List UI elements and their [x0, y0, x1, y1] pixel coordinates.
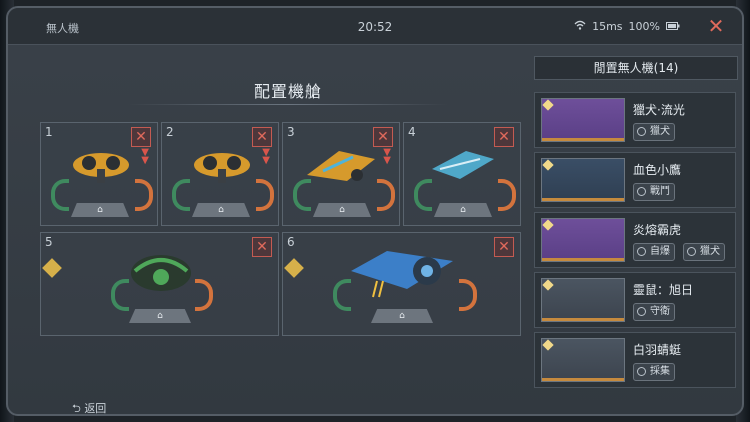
explode-icon	[637, 247, 646, 256]
remove-drone-button[interactable]: ✕	[494, 127, 514, 147]
combat-icon	[637, 187, 646, 196]
level-bar	[542, 138, 624, 141]
left-arc	[293, 179, 311, 211]
title-divider	[128, 104, 448, 105]
role-tag: 獵犬	[633, 123, 675, 141]
launch-pad: ⌂	[129, 309, 191, 323]
battery-icon	[666, 20, 680, 33]
drone-name: 獵犬·流光	[633, 103, 685, 117]
slot-number: 1	[45, 125, 53, 139]
role-tag: 戰鬥	[633, 183, 675, 201]
top-bar: 無人機 20:52 15ms 100% ✕	[8, 8, 742, 45]
drone-thumbnail	[541, 278, 625, 322]
back-arrow-icon: ⮌	[72, 402, 85, 415]
rank-badge-icon	[284, 258, 304, 278]
gem-icon	[542, 159, 554, 171]
role-tag: 自爆	[633, 243, 675, 261]
battery-text: 100%	[628, 20, 660, 33]
drone-thumbnail	[541, 218, 625, 262]
right-arc	[377, 179, 395, 211]
drone-image	[351, 251, 453, 298]
idle-drone-card[interactable]: 白羽蜻蜓 採集	[534, 332, 736, 388]
gem-icon	[542, 339, 554, 351]
rank-chevrons-icon: ▼ ▼	[262, 147, 270, 166]
drone-image	[131, 255, 191, 291]
gem-icon	[542, 279, 554, 291]
left-arc	[51, 179, 69, 211]
rank-chevrons-icon: ▼ ▼	[383, 147, 391, 166]
right-arc	[195, 279, 213, 311]
idle-drone-card[interactable]: 靈鼠：旭日 守衛	[534, 272, 736, 328]
right-arc	[498, 179, 516, 211]
left-arc	[111, 279, 129, 311]
drone-slot-1[interactable]: 1 ✕ ▼ ▼ ⌂	[40, 122, 158, 226]
launch-pad: ⌂	[371, 309, 433, 323]
role-tag: 獵犬	[683, 243, 725, 261]
right-arc	[459, 279, 477, 311]
level-bar	[542, 258, 624, 261]
drone-name: 靈鼠：旭日	[633, 283, 694, 297]
hound-icon	[687, 247, 696, 256]
drone-name: 白羽蜻蜓	[633, 343, 682, 357]
back-button[interactable]: ⮌ 返回	[72, 400, 106, 415]
drone-thumbnail	[541, 158, 625, 202]
wifi-icon	[574, 20, 586, 33]
drone-image	[432, 151, 494, 179]
idle-drones-header: 閒置無人機(14)	[534, 56, 738, 80]
idle-drone-card[interactable]: 炎熔霸虎 自爆 獵犬	[534, 212, 736, 268]
rank-chevrons-icon: ▼ ▼	[141, 147, 149, 166]
drone-image	[307, 151, 375, 181]
gem-icon	[542, 99, 554, 111]
launch-pad: ⌂	[192, 203, 250, 217]
ping-text: 15ms	[592, 20, 623, 33]
slot-number: 4	[408, 125, 416, 139]
drone-slot-3[interactable]: 3 ✕ ▼ ▼ ⌂	[282, 122, 400, 226]
launch-pad: ⌂	[313, 203, 371, 217]
drone-thumbnail	[541, 98, 625, 142]
launch-pad: ⌂	[434, 203, 492, 217]
role-tag: 守衛	[633, 303, 675, 321]
left-arc	[333, 279, 351, 311]
left-arc	[172, 179, 190, 211]
left-arc	[414, 179, 432, 211]
slot-number: 6	[287, 235, 295, 249]
drone-slot-4[interactable]: 4 ✕ ⌂	[403, 122, 521, 226]
slot-number: 2	[166, 125, 174, 139]
level-bar	[542, 318, 624, 321]
remove-drone-button[interactable]: ✕	[494, 237, 514, 257]
slot-number: 5	[45, 235, 53, 249]
hound-icon	[637, 127, 646, 136]
rank-badge-icon	[42, 258, 62, 278]
gem-icon	[542, 219, 554, 231]
drone-thumbnail	[541, 338, 625, 382]
right-arc	[135, 179, 153, 211]
launch-pad: ⌂	[71, 203, 129, 217]
idle-drone-card[interactable]: 血色小鷹 戰鬥	[534, 152, 736, 208]
level-bar	[542, 378, 624, 381]
drone-slot-5[interactable]: 5 ✕ ⌂	[40, 232, 279, 336]
level-bar	[542, 198, 624, 201]
close-button[interactable]: ✕	[696, 12, 736, 40]
drone-slot-2[interactable]: 2 ✕ ▼ ▼ ⌂	[161, 122, 279, 226]
drone-image	[194, 153, 250, 183]
guard-icon	[637, 307, 646, 316]
right-arc	[256, 179, 274, 211]
status-area: 15ms 100%	[574, 20, 680, 33]
gather-icon	[637, 367, 646, 376]
role-tag: 採集	[633, 363, 675, 381]
bay-title: 配置機艙	[253, 82, 322, 101]
drone-image	[73, 153, 129, 183]
drone-name: 血色小鷹	[633, 163, 682, 177]
idle-drone-card[interactable]: 獵犬·流光 獵犬	[534, 92, 736, 148]
drone-window: 無人機 20:52 15ms 100% ✕ 配置機艙 1 ✕ ▼ ▼ ⌂ 2 ✕ …	[6, 6, 744, 416]
drone-name: 炎熔霸虎	[633, 223, 682, 237]
slot-number: 3	[287, 125, 295, 139]
remove-drone-button[interactable]: ✕	[252, 237, 272, 257]
drone-slot-6[interactable]: 6 ✕ ⌂	[282, 232, 521, 336]
